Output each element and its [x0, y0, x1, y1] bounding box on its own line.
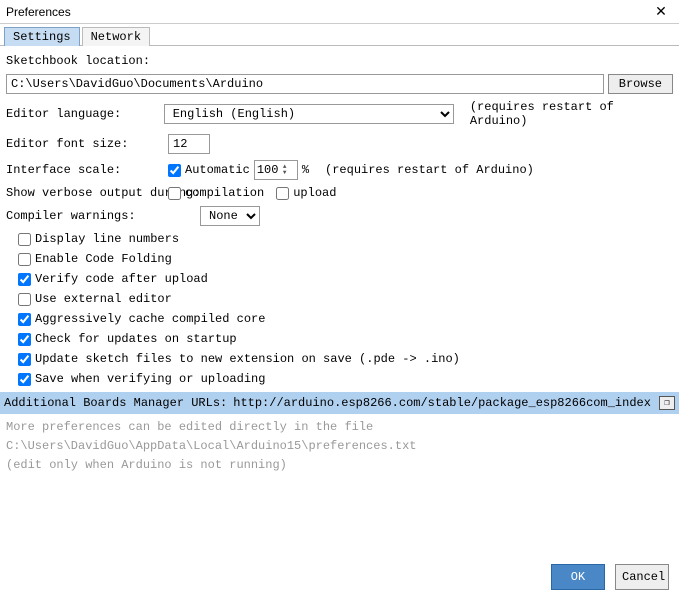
boards-urls-value[interactable]: http://arduino.esp8266.com/stable/packag…: [233, 396, 653, 410]
cancel-button[interactable]: Cancel: [615, 564, 669, 590]
spinner-arrows-icon[interactable]: ▲▼: [283, 164, 295, 176]
editor-fontsize-label: Editor font size:: [6, 137, 164, 151]
compilation-checkbox[interactable]: compilation: [168, 186, 264, 200]
editor-fontsize-input[interactable]: [168, 134, 210, 154]
sketchbook-label: Sketchbook location:: [6, 54, 150, 68]
browse-button[interactable]: Browse: [608, 74, 673, 94]
ok-button[interactable]: OK: [551, 564, 605, 590]
upload-checkbox[interactable]: upload: [276, 186, 336, 200]
upload-label: upload: [293, 186, 336, 200]
expand-urls-icon[interactable]: ❐: [659, 396, 675, 410]
automatic-scale-checkbox[interactable]: Automatic: [168, 163, 250, 177]
check-updates-checkbox[interactable]: Check for updates on startup: [18, 332, 673, 346]
compilation-label: compilation: [185, 186, 264, 200]
scale-input[interactable]: [255, 163, 283, 177]
scale-unit: %: [302, 163, 309, 177]
editor-language-select[interactable]: English (English): [164, 104, 454, 124]
aggressive-cache-checkbox[interactable]: Aggressively cache compiled core: [18, 312, 673, 326]
display-line-numbers-checkbox[interactable]: Display line numbers: [18, 232, 673, 246]
dialog-buttons: OK Cancel: [551, 564, 669, 590]
tab-network[interactable]: Network: [82, 27, 150, 46]
boards-urls-label: Additional Boards Manager URLs:: [4, 396, 227, 410]
footer-line-3: (edit only when Arduino is not running): [6, 456, 673, 475]
scale-restart-note: (requires restart of Arduino): [325, 163, 534, 177]
enable-code-folding-checkbox[interactable]: Enable Code Folding: [18, 252, 673, 266]
upload-input[interactable]: [276, 187, 289, 200]
language-restart-note: (requires restart of Arduino): [470, 100, 673, 128]
interface-scale-label: Interface scale:: [6, 163, 164, 177]
scale-spinner[interactable]: ▲▼: [254, 160, 298, 180]
compiler-warnings-select[interactable]: None: [200, 206, 260, 226]
titlebar: Preferences ✕: [0, 0, 679, 24]
verbose-label: Show verbose output during:: [6, 186, 164, 200]
close-icon[interactable]: ✕: [649, 3, 673, 20]
footer-notes: More preferences can be edited directly …: [6, 414, 673, 480]
footer-line-1: More preferences can be edited directly …: [6, 418, 673, 437]
automatic-scale-label: Automatic: [185, 163, 250, 177]
save-on-verify-checkbox[interactable]: Save when verifying or uploading: [18, 372, 673, 386]
editor-language-label: Editor language:: [6, 107, 160, 121]
options-list: Display line numbers Enable Code Folding…: [18, 232, 673, 386]
tab-settings[interactable]: Settings: [4, 27, 80, 46]
tab-strip: Settings Network: [0, 24, 679, 46]
external-editor-checkbox[interactable]: Use external editor: [18, 292, 673, 306]
boards-urls-row: Additional Boards Manager URLs: http://a…: [0, 392, 679, 414]
settings-panel: Sketchbook location: Browse Editor langu…: [0, 46, 679, 480]
compilation-input[interactable]: [168, 187, 181, 200]
sketchbook-input[interactable]: [6, 74, 604, 94]
automatic-scale-input[interactable]: [168, 164, 181, 177]
footer-line-2: C:\Users\DavidGuo\AppData\Local\Arduino1…: [6, 437, 673, 456]
update-extension-checkbox[interactable]: Update sketch files to new extension on …: [18, 352, 673, 366]
compiler-warnings-label: Compiler warnings:: [6, 209, 196, 223]
window-title: Preferences: [6, 5, 649, 19]
verify-after-upload-checkbox[interactable]: Verify code after upload: [18, 272, 673, 286]
